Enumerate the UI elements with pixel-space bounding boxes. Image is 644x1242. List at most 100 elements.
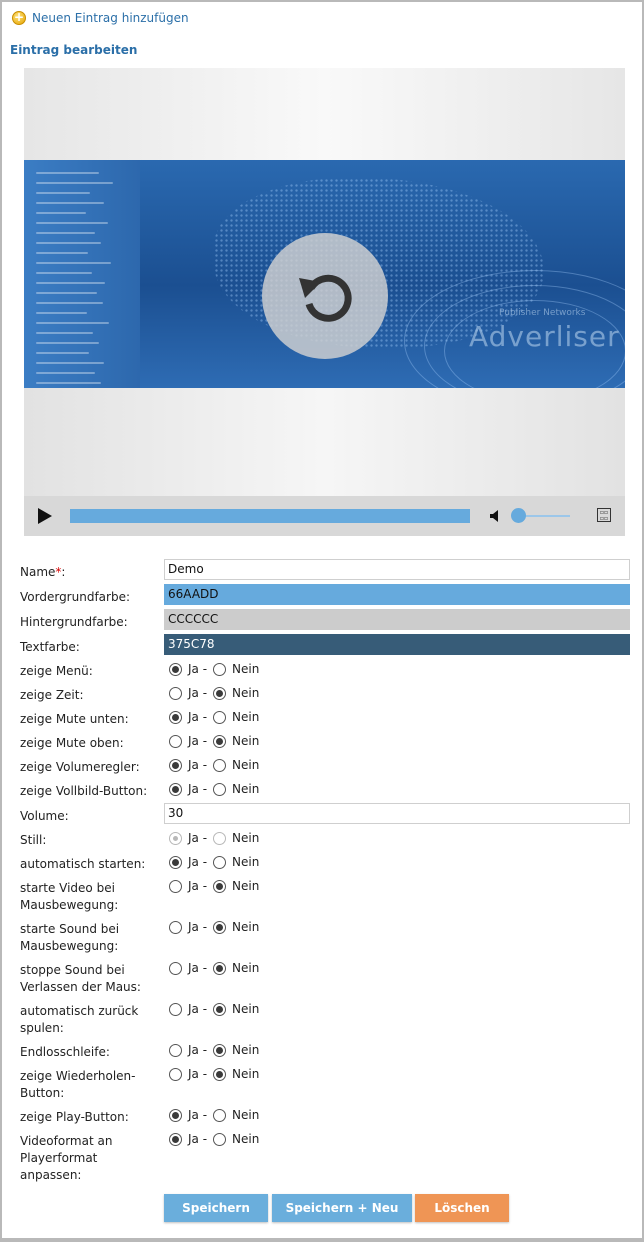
radio-yes[interactable] [169,1132,182,1146]
radio-yes[interactable] [169,662,182,676]
radio-yes[interactable] [169,961,182,975]
text-color-input[interactable]: 375C78 [164,634,630,655]
radio-no[interactable] [213,879,227,893]
radio-no[interactable] [213,734,227,748]
radio-yes[interactable] [169,920,182,934]
radio-no-label: Nein [232,920,260,934]
player-bottom-area [24,388,625,496]
banner-subtext: Publisher Networks [499,308,586,318]
option-label: zeige Volumeregler: [20,760,140,774]
radio-yes[interactable] [169,1067,182,1081]
background-color-input[interactable]: CCCCCC [164,609,630,630]
radio-yes-label: Ja - [188,758,208,772]
radio-no-label: Nein [232,1108,260,1122]
add-entry-link[interactable]: + Neuen Eintrag hinzufügen [12,11,189,25]
section-title: Eintrag bearbeiten [10,43,138,57]
radio-no[interactable] [213,686,227,700]
yes-no-radio-group: Ja - Nein [169,1132,265,1146]
name-label: Name*: [20,565,66,579]
banner-sidebar [24,160,140,388]
option-label: zeige Wiederholen-Button: [20,1069,136,1100]
radio-yes-label: Ja - [188,1108,208,1122]
yes-no-radio-group: Ja - Nein [169,1067,265,1081]
option-label: zeige Mute unten: [20,712,129,726]
radio-no-label: Nein [232,855,260,869]
radio-no[interactable] [213,758,227,772]
radio-no[interactable] [213,710,227,724]
player-control-bar: ▫▫ ▫▫ [24,496,625,536]
fullscreen-icon[interactable]: ▫▫ ▫▫ [597,508,611,522]
radio-no[interactable] [213,662,227,676]
radio-no[interactable] [213,1108,227,1122]
radio-yes[interactable] [169,855,182,869]
yes-no-radio-group: Ja - Nein [169,1108,265,1122]
option-label: zeige Mute oben: [20,736,124,750]
add-entry-label[interactable]: Neuen Eintrag hinzufügen [32,11,189,25]
yes-no-radio-group: Ja - Nein [169,831,265,845]
radio-yes[interactable] [169,1043,182,1057]
radio-yes[interactable] [169,1002,182,1016]
radio-yes[interactable] [169,879,182,893]
volume-slider-handle[interactable] [511,508,526,523]
radio-no[interactable] [213,1067,227,1081]
yes-no-radio-group: Ja - Nein [169,734,265,748]
radio-no-label: Nein [232,1043,260,1057]
speaker-icon[interactable] [489,509,503,523]
yes-no-radio-group: Ja - Nein [169,686,265,700]
radio-yes-label: Ja - [188,855,208,869]
radio-yes[interactable] [169,782,182,796]
radio-no-label: Nein [232,961,260,975]
radio-yes[interactable] [169,686,182,700]
edit-entry-panel: + Neuen Eintrag hinzufügen Eintrag bearb… [0,0,644,1242]
save-button[interactable]: Speichern [164,1194,268,1222]
radio-yes[interactable] [169,710,182,724]
radio-yes-label: Ja - [188,920,208,934]
yes-no-radio-group: Ja - Nein [169,1043,265,1057]
option-label: Endlosschleife: [20,1045,110,1059]
radio-no[interactable] [213,961,227,975]
radio-yes-label: Ja - [188,879,208,893]
radio-no [213,831,227,845]
option-label: automatisch zurück spulen: [20,1004,139,1035]
radio-yes-label: Ja - [188,1043,208,1057]
radio-yes-label: Ja - [188,1002,208,1016]
radio-yes-label: Ja - [188,662,208,676]
radio-no[interactable] [213,1043,227,1057]
yes-no-radio-group: Ja - Nein [169,782,265,796]
volume-input[interactable]: 30 [164,803,630,824]
yes-no-radio-group: Ja - Nein [169,879,265,893]
save-and-new-button[interactable]: Speichern + Neu [272,1194,412,1222]
yes-no-radio-group: Ja - Nein [169,662,265,676]
video-player[interactable]: Publisher Networks Adverliser ▫▫ ▫▫ [24,68,625,536]
radio-no-label: Nein [232,1002,260,1016]
volume-label: Volume: [20,809,69,823]
replay-icon [299,274,352,322]
yes-no-radio-group: Ja - Nein [169,920,265,934]
option-label: automatisch starten: [20,857,146,871]
name-input[interactable]: Demo [164,559,630,580]
radio-yes[interactable] [169,1108,182,1122]
radio-yes[interactable] [169,734,182,748]
play-icon[interactable] [36,507,54,525]
background-color-label: Hintergrundfarbe: [20,615,128,629]
radio-yes-label: Ja - [188,710,208,724]
radio-yes[interactable] [169,758,182,772]
text-color-label: Textfarbe: [20,640,80,654]
yes-no-radio-group: Ja - Nein [169,1002,265,1016]
radio-no-label: Nein [232,1132,260,1146]
option-label: zeige Play-Button: [20,1110,129,1124]
banner-brand: Adverliser [469,320,620,353]
radio-yes-label: Ja - [188,782,208,796]
radio-no[interactable] [213,855,227,869]
foreground-color-input[interactable]: 66AADD [164,584,630,605]
progress-bar[interactable] [70,509,470,523]
radio-no[interactable] [213,1002,227,1016]
radio-no[interactable] [213,782,227,796]
radio-no-label: Nein [232,662,260,676]
radio-no[interactable] [213,1132,227,1146]
delete-button[interactable]: Löschen [415,1194,509,1222]
replay-button[interactable] [262,233,388,359]
option-label: stoppe Sound bei Verlassen der Maus: [20,963,141,994]
radio-no-label: Nein [232,686,260,700]
radio-no[interactable] [213,920,227,934]
